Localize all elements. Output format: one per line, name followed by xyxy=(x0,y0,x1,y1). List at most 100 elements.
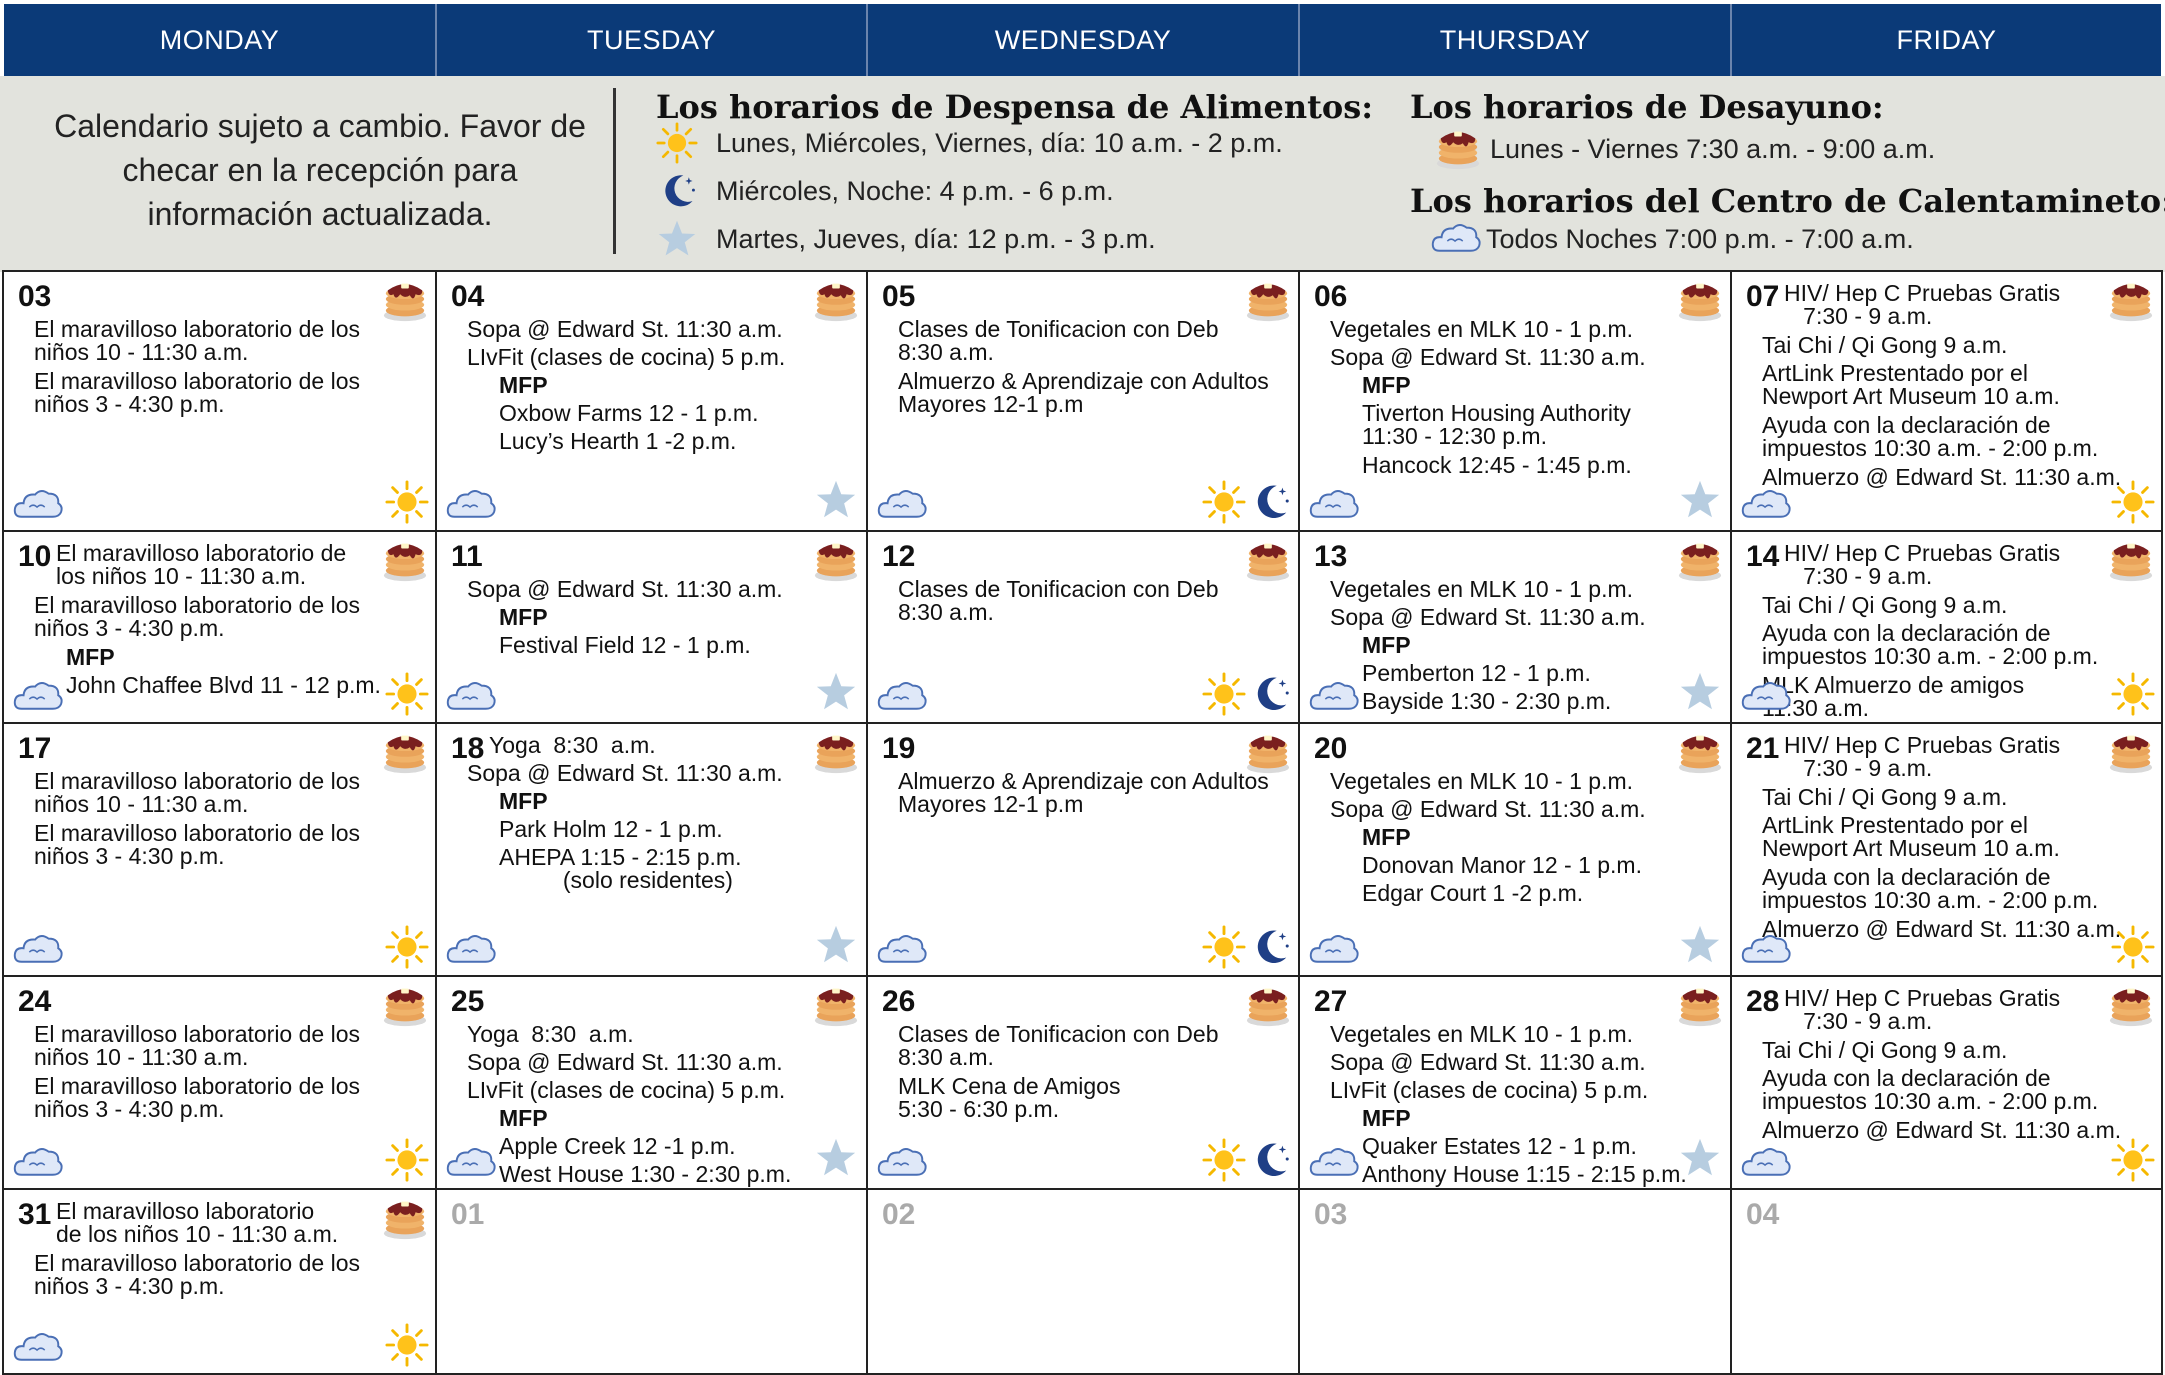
day-header-friday: FRIDAY xyxy=(1732,4,2161,76)
day-cell: 20 Vegetales en MLK 10 - 1 p.m. Sopa @ Edw… xyxy=(1298,722,1732,977)
day-cell: 31 El maravilloso laboratorio de los niño… xyxy=(2,1188,437,1375)
day-cell: 11 Sopa @ Edward St. 11:30 a.m. MFP Festiva… xyxy=(435,530,868,724)
pancake-icon xyxy=(2107,981,2155,1029)
day-number: 01 xyxy=(451,1198,485,1231)
calendar-event: HIV/ Hep C Pruebas Gratis 7:30 - 9 a.m. xyxy=(1784,540,2061,589)
day-number: 11 xyxy=(451,540,483,573)
day-number: 13 xyxy=(1314,540,1348,573)
day-number: 14 xyxy=(1746,540,1780,573)
sun-icon xyxy=(656,122,698,164)
calendar-event: Ayuda con la declaración de impuestos 10… xyxy=(1762,864,2099,913)
cloud-icon xyxy=(12,676,64,714)
pancake-icon xyxy=(381,981,429,1029)
calendar-event: Vegetales en MLK 10 - 1 p.m. xyxy=(1330,576,1634,602)
calendar-event: West House 1:30 - 2:30 p.m. xyxy=(499,1161,792,1187)
calendar-event: MLK Cena de Amigos 5:30 - 6:30 p.m. xyxy=(898,1073,1121,1122)
moon-icon xyxy=(1248,672,1292,716)
day-cell: 02 xyxy=(866,1188,1300,1375)
calendar-event: Ayuda con la declaración de impuestos 10… xyxy=(1762,1065,2099,1114)
day-cell: 07 HIV/ Hep C Pruebas Gratis 7:30 - 9 a.m… xyxy=(1730,270,2163,532)
calendar-event: Bayside 1:30 - 2:30 p.m. xyxy=(1362,688,1612,714)
day-cell: 12 Clases de Tonificacion con Deb 8:30 a.… xyxy=(866,530,1300,724)
day-cell: 13 Vegetales en MLK 10 - 1 p.m. Sopa @ Edw… xyxy=(1298,530,1732,724)
day-number: 17 xyxy=(18,732,52,765)
event-section-label: MFP xyxy=(1362,824,1411,850)
calendar-event: Vegetales en MLK 10 - 1 p.m. xyxy=(1330,768,1634,794)
calendar-event: Sopa @ Edward St. 11:30 a.m. xyxy=(467,1049,783,1075)
cloud-icon xyxy=(876,1142,928,1180)
calendar-event: Sopa @ Edward St. 11:30 a.m. xyxy=(467,316,783,342)
moon-icon xyxy=(1248,480,1292,524)
star-icon xyxy=(814,670,858,714)
cloud-icon xyxy=(445,676,497,714)
day-number: 07 xyxy=(1746,280,1780,313)
pancake-icon xyxy=(1676,536,1724,584)
day-number: 20 xyxy=(1314,732,1348,765)
pancake-icon xyxy=(381,536,429,584)
day-number: 05 xyxy=(882,280,916,313)
day-cell: 10 El maravilloso laboratorio de los niño… xyxy=(2,530,437,724)
calendar-event: Lucy’s Hearth 1 -2 p.m. xyxy=(499,428,737,454)
calendar-event: El maravilloso laboratorio de los niños … xyxy=(34,1021,360,1070)
calendar-event: LIvFit (clases de cocina) 5 p.m. xyxy=(1330,1077,1649,1103)
day-cell: 28 HIV/ Hep C Pruebas Gratis 7:30 - 9 a.m… xyxy=(1730,975,2163,1190)
calendar-event: Hancock 12:45 - 1:45 p.m. xyxy=(1362,452,1632,478)
banner-divider xyxy=(613,88,616,254)
pancake-icon xyxy=(1244,536,1292,584)
event-section-label: MFP xyxy=(1362,632,1411,658)
calendar-event: Almuerzo & Aprendizaje con Adultos Mayor… xyxy=(898,768,1269,817)
day-header-wednesday: WEDNESDAY xyxy=(868,4,1300,76)
calendar-event: Tai Chi / Qi Gong 9 a.m. xyxy=(1762,592,2008,618)
cloud-icon xyxy=(1308,1142,1360,1180)
event-section-label: MFP xyxy=(499,604,548,630)
star-icon xyxy=(814,1136,858,1180)
calendar-event: Almuerzo @ Edward St. 11:30 a.m. xyxy=(1762,464,2122,490)
pancake-icon xyxy=(1244,728,1292,776)
calendar-event: MLK Almuerzo de amigos 11:30 a.m. xyxy=(1762,672,2025,721)
day-number: 24 xyxy=(18,985,52,1018)
calendar-event: HIV/ Hep C Pruebas Gratis 7:30 - 9 a.m. xyxy=(1784,985,2061,1034)
day-number: 06 xyxy=(1314,280,1348,313)
warming-center-line: Todos Noches 7:00 p.m. - 7:00 a.m. xyxy=(1486,224,1914,254)
pancake-icon xyxy=(1676,981,1724,1029)
pancake-icon xyxy=(1244,981,1292,1029)
sun-icon xyxy=(1202,480,1246,524)
pancake-icon xyxy=(812,536,860,584)
calendar-event: Ayuda con la declaración de impuestos 10… xyxy=(1762,620,2099,669)
cloud-icon xyxy=(876,484,928,522)
cloud-icon xyxy=(445,1142,497,1180)
star-icon xyxy=(1678,1136,1722,1180)
event-section-label: MFP xyxy=(1362,372,1411,398)
calendar-event: Ayuda con la declaración de impuestos 10… xyxy=(1762,412,2099,461)
calendar-event: Sopa @ Edward St. 11:30 a.m. xyxy=(1330,796,1646,822)
cloud-icon xyxy=(876,929,928,967)
day-cell: 21 HIV/ Hep C Pruebas Gratis 7:30 - 9 a.m… xyxy=(1730,722,2163,977)
event-section-label: MFP xyxy=(499,372,548,398)
cloud-icon xyxy=(1740,676,1792,714)
calendar-event: El maravilloso laboratorio de los niños … xyxy=(34,1250,360,1299)
pancake-icon xyxy=(381,728,429,776)
day-cell: 18 Yoga 8:30 a.m. Sopa @ Edward St. 11:30 … xyxy=(435,722,868,977)
day-number: 26 xyxy=(882,985,916,1018)
day-number: 02 xyxy=(882,1198,916,1231)
sun-icon xyxy=(2111,925,2155,969)
day-cell: 06 Vegetales en MLK 10 - 1 p.m. Sopa @ Edw… xyxy=(1298,270,1732,532)
day-number: 03 xyxy=(1314,1198,1348,1231)
calendar: MONDAY TUESDAY WEDNESDAY THURSDAY FRIDAY… xyxy=(0,0,2165,1375)
cloud-icon xyxy=(1740,484,1792,522)
pantry-hours-line: Lunes, Miércoles, Viernes, día: 10 a.m. … xyxy=(716,128,1283,158)
calendar-event: Almuerzo @ Edward St. 11:30 a.m. xyxy=(1762,1117,2122,1143)
calendar-event: Donovan Manor 12 - 1 p.m. xyxy=(1362,852,1642,878)
calendar-event: El maravilloso laboratorio de los niños … xyxy=(56,540,347,589)
cloud-icon xyxy=(445,484,497,522)
day-cell: 03 xyxy=(1298,1188,1732,1375)
calendar-event: Tai Chi / Qi Gong 9 a.m. xyxy=(1762,332,2008,358)
star-icon xyxy=(1678,923,1722,967)
cloud-icon xyxy=(1430,218,1482,256)
calendar-event: Almuerzo & Aprendizaje con Adultos Mayor… xyxy=(898,368,1269,417)
event-section-label: MFP xyxy=(499,1105,548,1131)
pancake-icon xyxy=(1676,728,1724,776)
cloud-icon xyxy=(12,1142,64,1180)
day-number: 04 xyxy=(1746,1198,1780,1231)
day-header-tuesday: TUESDAY xyxy=(437,4,868,76)
